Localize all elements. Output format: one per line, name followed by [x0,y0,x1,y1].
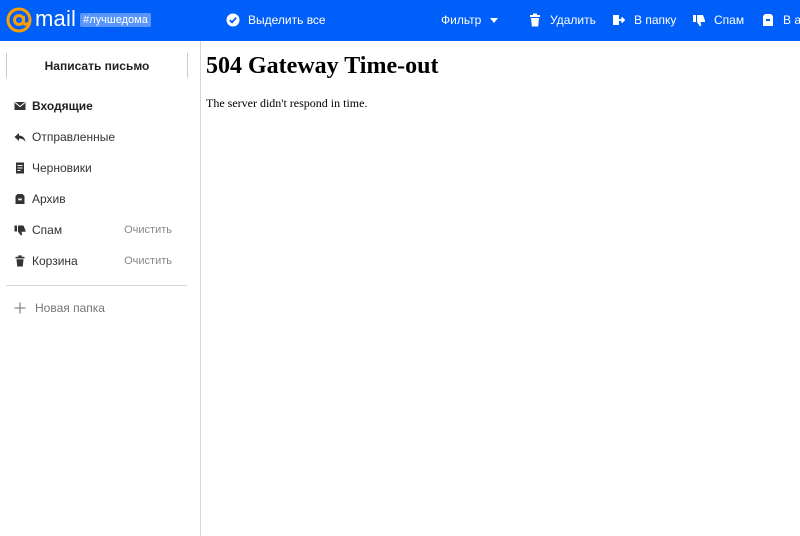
compose-button[interactable]: Написать письмо [6,53,188,78]
folder-spam[interactable]: Спам Очистить [14,220,184,240]
mail-logo[interactable]: mail #лучшедома [6,5,151,33]
new-folder-button[interactable]: Новая папка [14,298,105,318]
folder-label: Спам [32,223,63,237]
folder-sent[interactable]: Отправленные [14,127,184,147]
clear-spam-button[interactable]: Очистить [124,224,172,236]
folder-inbox[interactable]: Входящие [14,96,184,116]
archive-label: В ар [783,13,800,27]
thumbs-down-icon [14,225,26,236]
folder-label: Входящие [32,99,93,113]
archive-button[interactable]: В ар [761,11,800,29]
logo-hashtag: #лучшедома [80,12,151,27]
folder-label: Корзина [32,254,78,268]
reply-icon [14,133,26,142]
delete-label: Удалить [550,13,596,27]
move-to-folder-button[interactable]: В папку [612,11,676,29]
folder-label: Отправленные [32,130,116,144]
main-content: 504 Gateway Time-out The server didn't r… [206,41,800,536]
filter-label: Фильтр [441,13,482,27]
select-all-button[interactable]: Выделить все [226,11,326,29]
error-message: The server didn't respond in time. [206,96,368,110]
folder-archive[interactable]: Архив [14,189,184,209]
draft-icon [16,162,24,174]
trash-icon [530,13,540,27]
folder-trash[interactable]: Корзина Очистить [14,251,184,271]
select-all-label: Выделить все [248,13,326,27]
delete-button[interactable]: Удалить [528,11,596,29]
caret-down-icon [490,18,499,23]
clear-trash-button[interactable]: Очистить [124,255,172,267]
folder-drafts[interactable]: Черновики [14,158,184,178]
folder-move-icon [613,15,626,25]
archive-icon [15,194,25,204]
new-folder-label: Новая папка [35,301,105,315]
sidebar-divider [6,285,187,286]
folder-label: Архив [32,192,66,206]
error-title: 504 Gateway Time-out [206,53,439,79]
filter-dropdown[interactable]: Фильтр [441,11,499,29]
move-label: В папку [634,13,677,27]
archive-icon [763,14,773,26]
logo-text: mail [35,5,77,31]
trash-icon [15,255,25,267]
spam-button[interactable]: Спам [692,11,744,29]
top-toolbar: mail #лучшедома Выделить все Фильтр Удал… [0,0,800,41]
check-circle-icon [226,13,240,27]
spam-label: Спам [714,13,745,27]
plus-icon [14,302,26,314]
at-sign-icon [6,7,32,33]
folder-label: Черновики [32,161,92,175]
thumbs-down-icon [693,15,705,27]
sidebar: Написать письмо Входящие Отправленные Че… [0,41,201,536]
envelope-icon [14,102,26,110]
